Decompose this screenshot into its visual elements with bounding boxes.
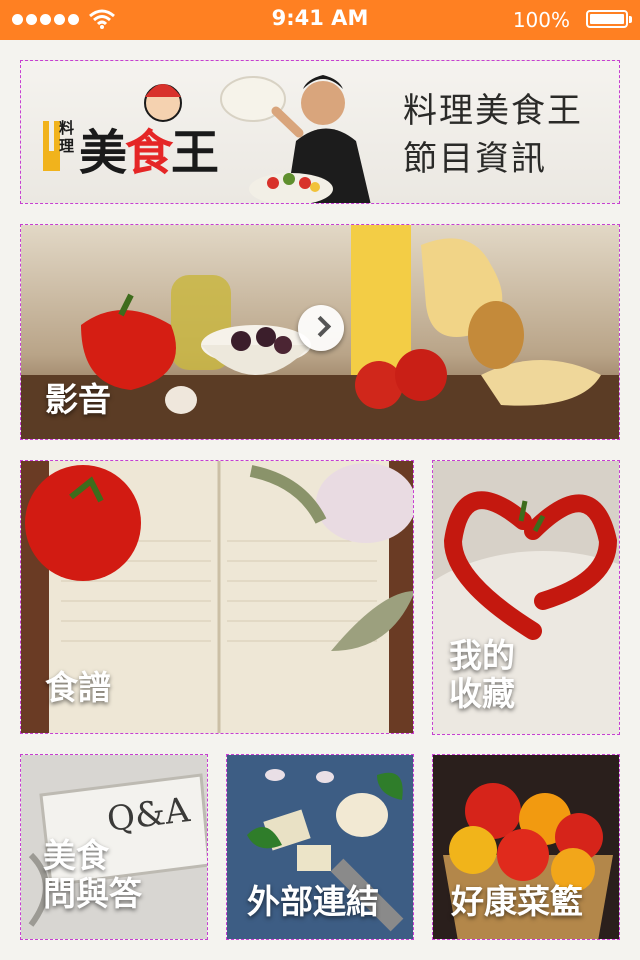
deals-basket-tile[interactable]: 好康菜籃: [432, 754, 620, 940]
header-banner: 美食王 料理 料理美食王 節目資訊: [20, 60, 620, 204]
qa-label-line-1: 美食: [43, 836, 109, 875]
recipes-label: 食譜: [45, 668, 111, 707]
favorites-tile[interactable]: 我的 收藏: [432, 460, 620, 735]
favorites-label-line-2: 收藏: [449, 673, 515, 713]
deals-basket-label: 好康菜籃: [451, 882, 583, 921]
title-line-2: 節目資訊: [403, 139, 547, 179]
video-tile[interactable]: 影音: [20, 224, 620, 440]
video-label: 影音: [45, 380, 111, 419]
program-info-title: 料理美食王 節目資訊: [403, 87, 583, 183]
battery-icon: [586, 10, 632, 28]
favorites-label: 我的 收藏: [449, 637, 515, 713]
qa-label: 美食 問與答: [43, 837, 142, 913]
qa-label-line-2: 問與答: [43, 873, 142, 913]
brand-logo-small: 料理: [59, 119, 75, 155]
title-line-1: 料理美食王: [403, 91, 583, 131]
battery-percent: 100%: [512, 8, 570, 32]
status-bar: 9:41 AM 100%: [0, 0, 640, 40]
external-links-tile[interactable]: 外部連結: [226, 754, 414, 940]
brand-logo: 美食王: [79, 125, 219, 181]
recipes-tile[interactable]: 食譜: [20, 460, 414, 734]
qa-tile[interactable]: Q&A 美食 問與答: [20, 754, 208, 940]
favorites-label-line-1: 我的: [449, 636, 515, 675]
external-links-label: 外部連結: [247, 882, 379, 921]
chevron-right-icon[interactable]: [298, 305, 344, 351]
